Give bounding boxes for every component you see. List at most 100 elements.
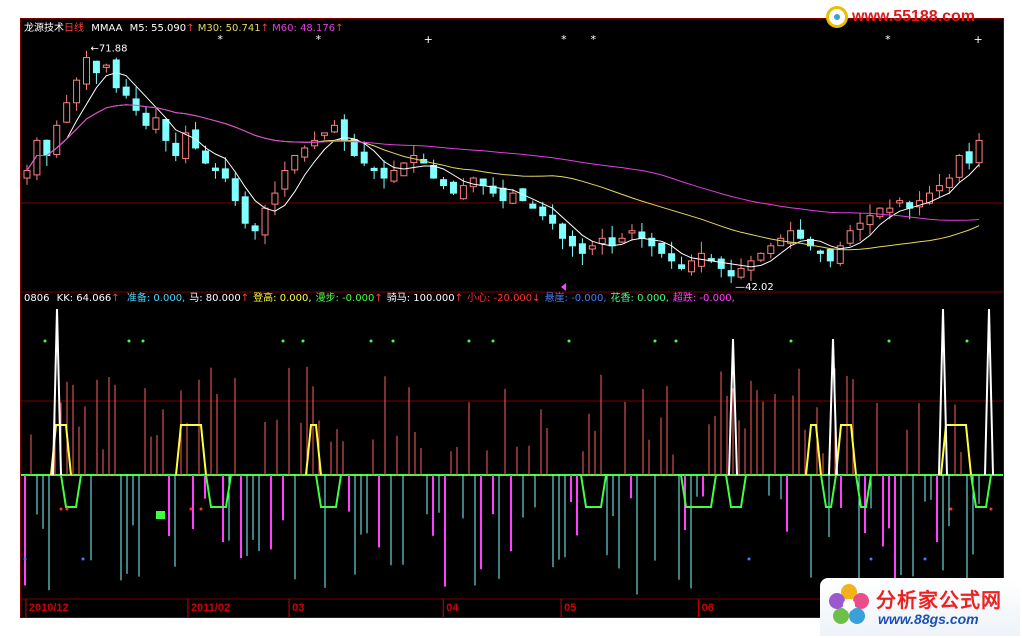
indicator-item: 小心: -20.000 [467,293,533,304]
candle-body [321,132,329,136]
indicator-arrow: ↓ [532,293,541,304]
indicator-code: 0806 [24,293,50,304]
candle-body [866,215,874,226]
time-axis-label: 04 [446,602,459,614]
ma30-value: M30: 50.741 [197,23,261,34]
mmaa-label: MMAA [91,23,123,34]
signal-marker: * [561,33,567,46]
indicator-item: 超跌: -0.000, [672,293,735,304]
candle-body [777,237,785,247]
candle-body [301,147,309,158]
candle-body [251,225,259,232]
candle-body [549,214,557,224]
candle-body [202,150,210,164]
candle-body [568,235,576,247]
candle-body [678,264,686,269]
green-square-marker [156,511,165,519]
candle-body [896,200,904,204]
candle-body [737,267,745,278]
dot-marker [81,557,85,561]
dot-marker [923,557,927,561]
time-axis-label: 05 [564,602,576,614]
candle-body [241,196,249,224]
dot-marker [199,507,203,511]
green-signal [580,474,607,508]
candle-body [658,242,666,254]
candle-body [370,167,378,172]
candle-body [618,237,626,243]
candle-body [876,207,884,218]
candle-body [747,260,755,271]
candle-body [43,139,51,156]
ma30-arrow: ↑ [260,23,269,34]
green-signal [855,474,872,508]
indicator-arrow: ↑ [374,293,383,304]
brand-box: 分析家公式网 www.88gs.com [820,578,1020,636]
indicator-item: 花香: 0.000, [610,293,669,304]
candle-body [529,203,537,209]
green-signal [725,474,747,508]
candle-body [122,86,130,96]
candle-body [509,192,517,204]
dot-marker [59,507,63,511]
dot-marker [869,557,873,561]
brand-name: 分析家公式网 [876,590,1002,612]
indicator-items: 准备: 0.000, 马: 80.000↑ 登高: 0.000, 漫步: -0.000… [123,293,735,304]
dot-marker [391,339,395,343]
candle-body [23,170,31,179]
white-spike [984,308,994,476]
candle-body [826,248,834,262]
indicator-item: 登高: 0.000, [253,293,312,304]
candle-body [449,181,457,194]
candle-body [261,207,269,236]
candle-body [152,117,160,130]
dot-marker [491,339,495,343]
indicator-item: 漫步: -0.000 [315,293,375,304]
candle-body [281,170,289,190]
candle-body [380,167,388,179]
stock-title: 龙源技术 [24,23,64,34]
green-signal [680,474,717,508]
candle-body [797,229,805,239]
dot-marker [141,339,145,343]
ma60-value: M60: 48.176 [272,23,336,34]
signal-marker: * [591,33,597,46]
candle-body [846,230,854,244]
yellow-signal [805,424,822,476]
candle-body [816,250,824,254]
candle-body [83,57,91,85]
candle-body [499,187,507,202]
dot-marker [965,339,969,343]
indicator-panel-header: 0806 KK: 64.066↑ 准备: 0.000, 马: 80.000↑ 登高:… [24,293,735,305]
candle-body [608,237,616,247]
dot-marker [23,557,27,561]
candle-body [92,60,100,74]
green-signal [60,474,82,508]
signal-marker: * [885,33,891,46]
candle-body [588,245,596,250]
candle-body [459,185,467,200]
indicator-arrow: ↑ [454,293,464,304]
stock-chart[interactable]: ←71.88—42.02* * + * * * +2010/12 2011/02 03 04 05 0… [21,19,1003,617]
green-signal [970,474,992,508]
dot-marker [887,339,891,343]
candle-body [975,139,983,164]
watermark-url: www.55188.com [852,8,976,25]
white-spike [52,308,62,476]
candle-body [360,151,368,164]
candle-body [142,112,150,126]
dot-marker [281,339,285,343]
ma60-arrow: ↑ [335,23,344,34]
site-logo-icon [826,6,848,28]
dot-marker [301,339,305,343]
candle-body [469,177,477,188]
time-axis-label: 06 [702,602,714,614]
candle-body [311,139,319,147]
candle-body [717,258,725,269]
candle-body [935,185,943,192]
period-label: 日线 [64,23,84,34]
time-axis-label: 2010/12 [29,602,69,614]
ma30-line [26,104,980,251]
time-axis-label: 2011/02 [191,602,230,614]
candle-body [559,223,567,239]
